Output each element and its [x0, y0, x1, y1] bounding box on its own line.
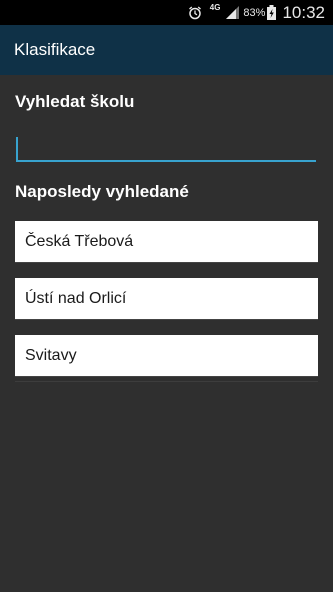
recent-item-label: Ústí nad Orlicí	[25, 289, 127, 307]
battery-percent: 83%	[243, 6, 266, 19]
search-label: Vyhledat školu	[15, 92, 135, 111]
network-type-label: 4G	[209, 2, 221, 12]
battery-charging-icon	[267, 5, 277, 20]
alarm-icon	[188, 5, 202, 20]
recent-item-svitavy[interactable]: Svitavy	[15, 335, 318, 376]
recent-item-label: Svitavy	[25, 346, 77, 364]
recent-item-usti-nad-orlici[interactable]: Ústí nad Orlicí	[15, 278, 318, 319]
list-divider	[15, 381, 318, 382]
recent-item-label: Česká Třebová	[25, 232, 134, 250]
app-title: Klasifikace	[14, 40, 96, 59]
clock: 10:32	[282, 2, 325, 22]
school-search-input[interactable]	[16, 132, 316, 162]
signal-icon	[226, 6, 240, 19]
recent-item-ceska-trebova[interactable]: Česká Třebová	[15, 221, 318, 262]
status-bar: 4G 83% 10:32	[0, 0, 333, 25]
recent-searches-list: Česká Třebová Ústí nad Orlicí Svitavy	[15, 221, 318, 392]
app-bar: Klasifikace	[0, 25, 333, 75]
recent-searches-label: Naposledy vyhledané	[15, 182, 189, 201]
